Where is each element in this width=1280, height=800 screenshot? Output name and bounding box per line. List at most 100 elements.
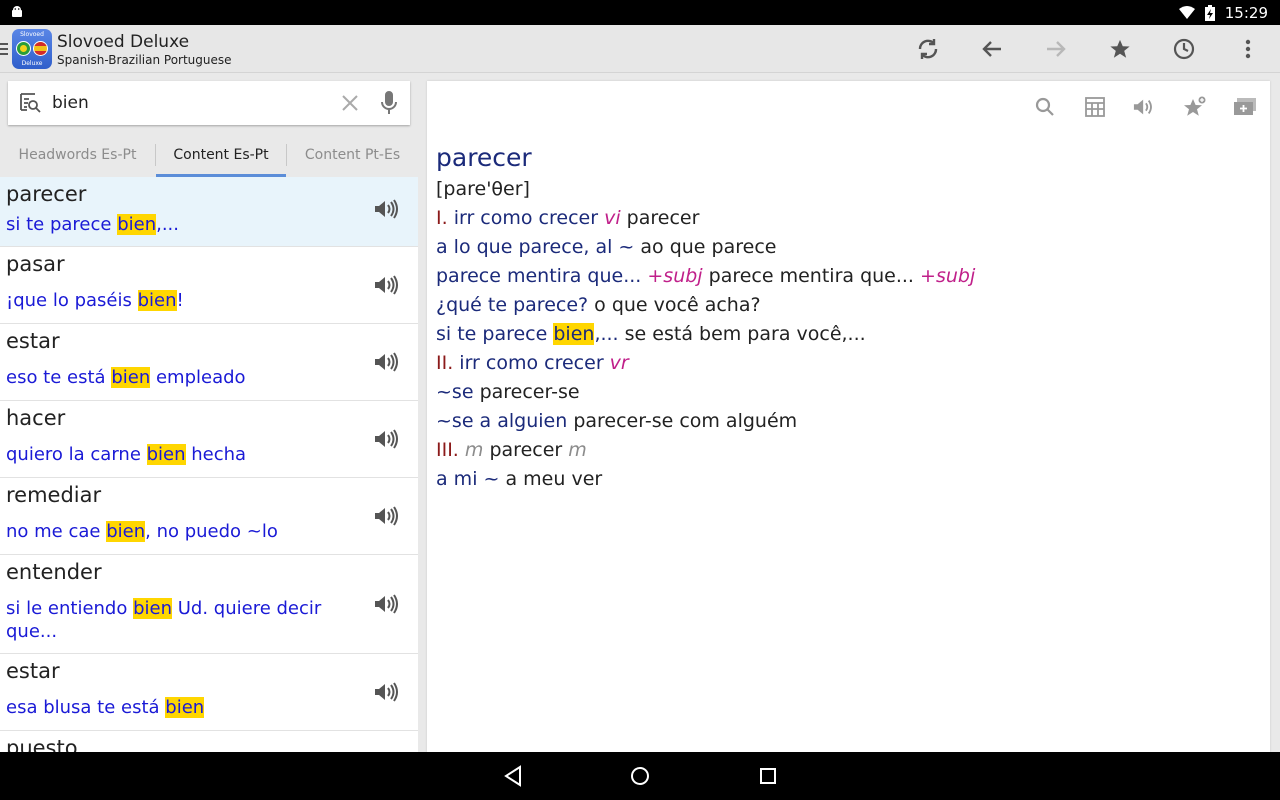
result-headword: remediar (6, 483, 102, 507)
new-tab-button[interactable] (1220, 91, 1270, 123)
overflow-menu-icon (1245, 39, 1251, 59)
entry-transcription: [pare'θer] (436, 178, 530, 200)
result-headword: estar (6, 329, 60, 353)
table-view-button[interactable] (1070, 91, 1120, 123)
logo-bottom-text: Deluxe (21, 60, 43, 67)
entry-link[interactable]: ¿qué te parece? (436, 294, 588, 316)
list-item[interactable]: estar esa blusa te está bien (0, 654, 418, 731)
speaker-icon[interactable] (374, 429, 400, 449)
result-headword: estar (6, 659, 60, 683)
speaker-icon[interactable] (374, 199, 400, 219)
clear-icon[interactable] (341, 94, 359, 112)
pronounce-button[interactable] (1120, 91, 1170, 123)
favorites-button[interactable] (1088, 25, 1152, 73)
entry-line: ~se parecer-se (436, 381, 580, 403)
list-item[interactable]: parecer si te parece bien,... (0, 177, 418, 247)
result-headword: hacer (6, 406, 66, 430)
status-time: 15:29 (1224, 3, 1268, 22)
back-button[interactable] (960, 25, 1024, 73)
entry-line: parece mentira que... +subj parece menti… (436, 265, 976, 287)
entry-link[interactable]: a mi ~ (436, 468, 499, 490)
result-example: esa blusa te está bien (6, 697, 205, 718)
table-icon (1085, 97, 1105, 117)
sync-icon (918, 39, 938, 59)
star-icon (1110, 39, 1130, 58)
list-item[interactable]: pasar ¡que lo paséis bien! (0, 247, 418, 324)
entry-line: a lo que parece, al ~ ao que parece (436, 236, 777, 258)
search-box (8, 81, 410, 125)
entry-line: I. irr como crecer vi parecer (436, 207, 700, 229)
speaker-icon[interactable] (374, 275, 400, 295)
left-panel: Headwords Es-Pt Content Es-Pt Content Pt… (0, 73, 418, 752)
spain-flag-icon (33, 41, 48, 56)
nav-back-icon[interactable] (502, 764, 524, 788)
tab-content-es-pt[interactable]: Content Es-Pt (156, 133, 286, 177)
list-item[interactable]: estar eso te está bien empleado (0, 324, 418, 401)
result-headword: parecer (6, 182, 87, 206)
list-item[interactable]: remediar no me cae bien, no puedo ~lo (0, 478, 418, 555)
speaker-icon[interactable] (374, 594, 400, 614)
add-favorite-button[interactable] (1170, 91, 1220, 123)
result-headword: pasar (6, 252, 65, 276)
nav-home-icon[interactable] (628, 764, 652, 788)
overflow-menu-button[interactable] (1216, 25, 1280, 73)
search-input[interactable] (52, 89, 322, 117)
results-list: parecer si te parece bien,... pasar ¡que… (0, 177, 418, 752)
drawer-menu-icon[interactable] (0, 42, 8, 56)
find-in-entry-button[interactable] (1020, 91, 1070, 123)
entry-headword: parecer (436, 143, 532, 172)
battery-charging-icon (1204, 4, 1215, 21)
entry-panel: parecer [pare'θer] I. irr como crecer vi… (427, 81, 1270, 752)
result-headword: puesto (6, 736, 78, 752)
speaker-icon (1133, 99, 1152, 115)
tab-label: Content Es-Pt (173, 147, 269, 163)
result-example: no me cae bien, no puedo ~lo (6, 521, 278, 542)
entry-link[interactable]: ~se (436, 381, 474, 403)
search-icon (1035, 97, 1054, 116)
list-item[interactable]: hacer quiero la carne bien hecha (0, 401, 418, 478)
speaker-icon[interactable] (374, 352, 400, 372)
tab-label: Headwords Es-Pt (18, 147, 137, 163)
status-bar: 15:29 (0, 0, 1280, 25)
microphone-icon[interactable] (380, 91, 398, 115)
entry-link[interactable]: parece mentira que... (436, 265, 641, 287)
add-card-icon (1234, 98, 1256, 115)
dictionary-entry: parecer [pare'θer] I. irr como crecer vi… (436, 141, 1236, 494)
nav-recents-icon[interactable] (757, 764, 779, 788)
result-example: si le entiendo bien Ud. quiere decir que… (6, 598, 322, 642)
wifi-icon (1178, 5, 1195, 19)
result-headword: entender (6, 560, 102, 584)
logo-top-text: Slovoed (20, 31, 44, 38)
result-example: eso te está bien empleado (6, 367, 246, 388)
back-arrow-icon (982, 41, 1001, 57)
add-star-icon (1184, 96, 1206, 116)
tab-headwords-es-pt[interactable]: Headwords Es-Pt (0, 133, 155, 177)
entry-link[interactable]: si te parece bien,... (436, 323, 619, 345)
entry-line: a mi ~ a meu ver (436, 468, 603, 490)
result-example: si te parece bien,... (6, 214, 179, 235)
system-nav-bar (0, 752, 1280, 800)
app-bar: Slovoed Deluxe Slovoed Deluxe Spanish-Br… (0, 25, 1280, 73)
history-button[interactable] (1152, 25, 1216, 73)
entry-line: III. m parecer m (436, 439, 587, 461)
sync-button[interactable] (896, 25, 960, 73)
forward-button[interactable] (1024, 25, 1088, 73)
result-example: ¡que lo paséis bien! (6, 290, 184, 311)
app-title: Slovoed Deluxe (57, 32, 190, 52)
result-example: quiero la carne bien hecha (6, 444, 247, 465)
entry-line: ~se a alguien parecer-se com alguém (436, 410, 798, 432)
list-item[interactable]: puesto (0, 731, 418, 752)
entry-line: si te parece bien,... se está bem para v… (436, 323, 866, 345)
entry-line: ¿qué te parece? o que você acha? (436, 294, 761, 316)
entry-link[interactable]: ~se a alguien (436, 410, 567, 432)
history-icon (1173, 38, 1195, 60)
list-item[interactable]: entender si le entiendo bien Ud. quiere … (0, 555, 418, 654)
forward-arrow-icon (1047, 41, 1066, 57)
speaker-icon[interactable] (374, 506, 400, 526)
entry-link[interactable]: a lo que parece, al ~ (436, 236, 634, 258)
app-logo[interactable]: Slovoed Deluxe (12, 29, 52, 69)
search-mode-icon[interactable] (19, 92, 41, 114)
speaker-icon[interactable] (374, 682, 400, 702)
tab-content-pt-es[interactable]: Content Pt-Es (287, 133, 418, 177)
entry-toolbar (1020, 91, 1270, 123)
